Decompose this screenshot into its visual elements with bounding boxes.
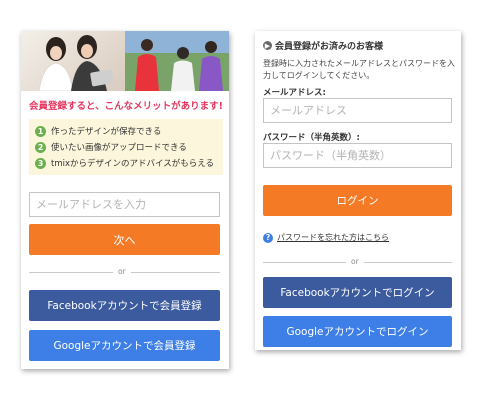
google-signup-button[interactable]: Googleアカウントで会員登録 [29,330,220,361]
or-separator: or [113,267,131,276]
forgot-password-link[interactable]: ? パスワードを忘れた方はこちら [263,232,389,243]
number-badge: 3 [35,157,46,169]
or-separator: or [346,257,364,266]
login-title: ▶ 会員登録がお済みのお客様 [263,39,383,52]
help-icon: ? [263,232,273,243]
signup-email-field[interactable] [29,192,220,217]
facebook-login-button[interactable]: Facebookアカウントでログイン [263,277,452,308]
login-password-input[interactable] [264,144,451,167]
facebook-signup-button[interactable]: Facebookアカウントで会員登録 [29,290,220,321]
login-button[interactable]: ログイン [263,185,452,216]
hero-photo-people [125,31,229,91]
benefits-list: 1 作ったデザインが保存できる 2 使いたい画像がアップロードできる 3 tmi… [29,119,223,175]
number-badge: 2 [35,141,46,153]
hero-image [21,31,229,91]
next-button[interactable]: 次へ [29,224,220,255]
list-item: 1 作ったデザインが保存できる [35,124,161,138]
benefit-text: 使いたい画像がアップロードできる [51,143,187,153]
login-title-text: 会員登録がお済みのお客様 [275,42,384,52]
login-description: 登録時に入力されたメールアドレスとパスワードを入力してログインしてください。 [263,59,455,80]
list-item: 2 使いたい画像がアップロードできる [35,140,187,154]
arrow-icon: ▶ [263,41,272,50]
password-label: パスワード（半角英数）: [263,133,360,143]
benefit-text: tmixからデザインのアドバイスがもらえる [51,159,214,169]
forgot-password-text[interactable]: パスワードを忘れた方はこちら [277,232,389,243]
signup-email-input[interactable] [30,193,219,216]
number-badge: 1 [35,125,46,137]
promo-text: 会員登録すると、こんなメリットがあります! [29,101,223,112]
login-password-field[interactable] [263,143,452,168]
hero-photo-women [21,31,125,91]
list-item: 3 tmixからデザインのアドバイスがもらえる [35,156,214,170]
login-email-input[interactable] [264,99,451,122]
benefit-text: 作ったデザインが保存できる [51,127,162,137]
google-login-button[interactable]: Googleアカウントでログイン [263,316,452,347]
email-label: メールアドレス: [263,88,326,98]
login-email-field[interactable] [263,98,452,123]
signup-panel: 会員登録すると、こんなメリットがあります! 1 作ったデザインが保存できる 2 … [21,31,229,369]
login-panel: ▶ 会員登録がお済みのお客様 登録時に入力されたメールアドレスとパスワードを入力… [255,31,461,350]
